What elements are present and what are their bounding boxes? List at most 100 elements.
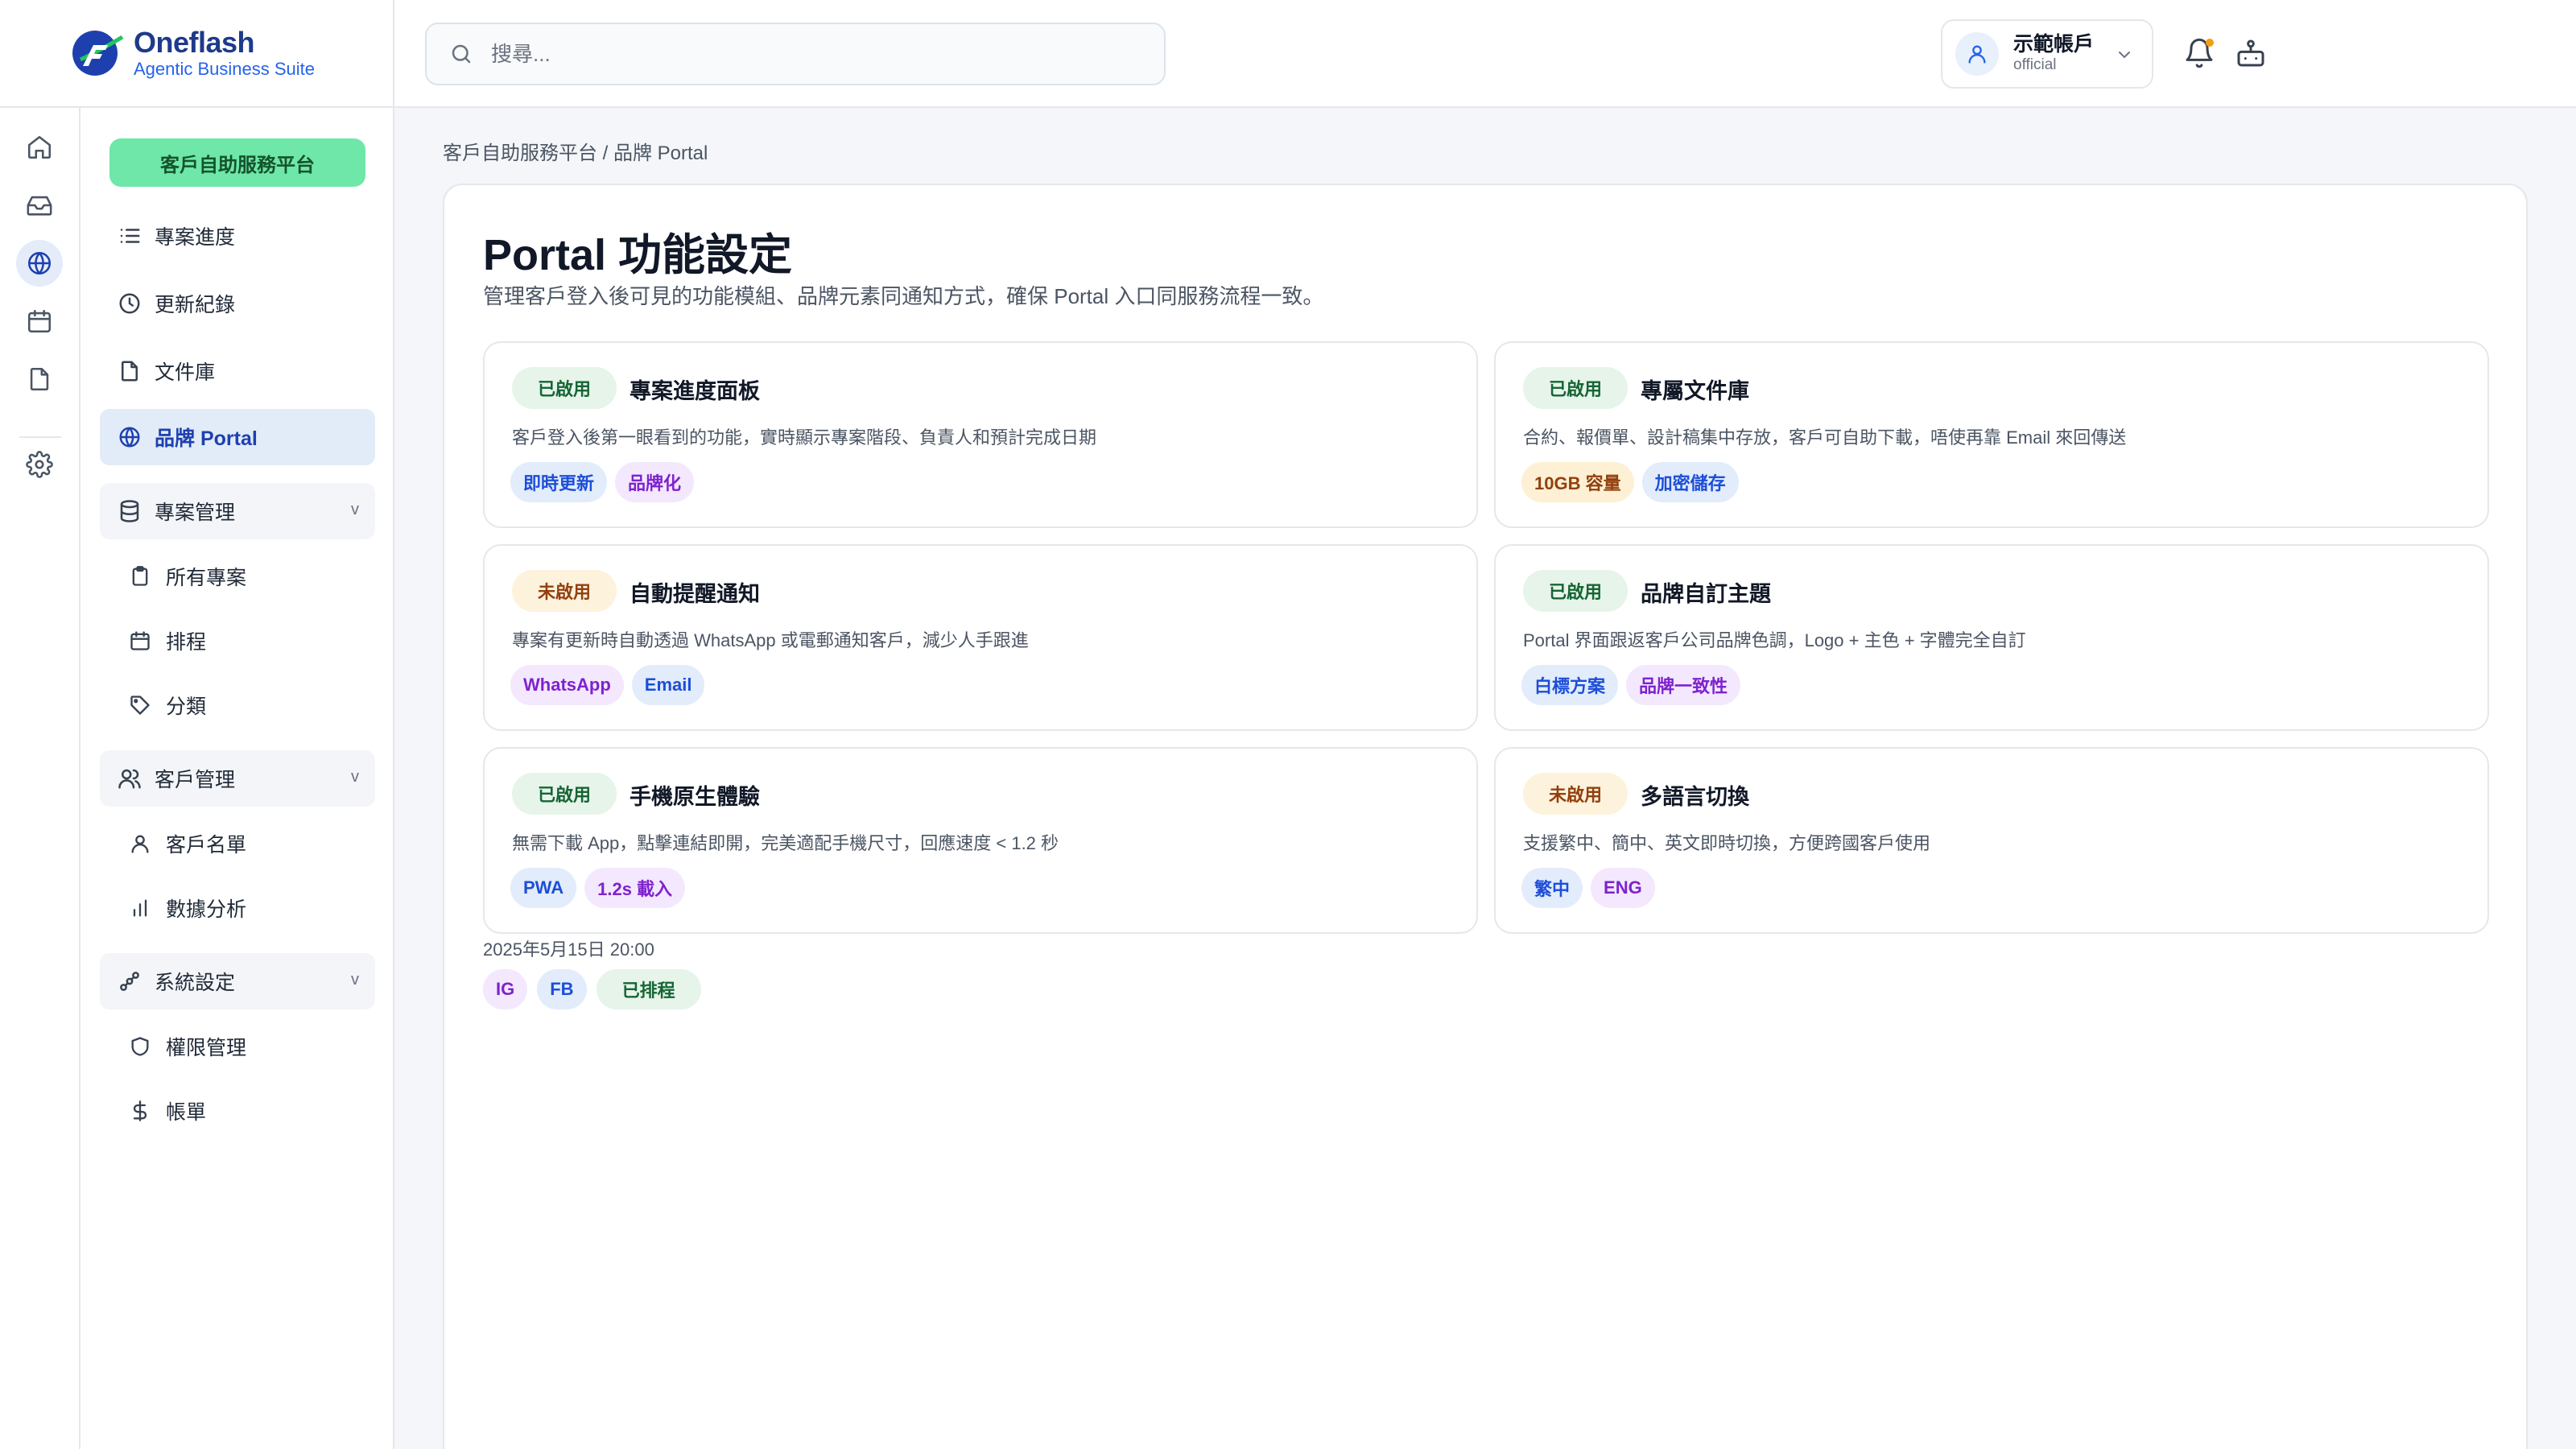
status-badge[interactable]: 已啟用 [1523,570,1629,612]
status-badge[interactable]: 已啟用 [1523,367,1629,409]
schedule-tags: IG FB 已排程 [483,969,701,1009]
tag-chip: WhatsApp [510,665,624,705]
sidebar-item-label: 文件庫 [155,361,216,384]
card-description: 支援繁中、簡中、英文即時切換，方便跨國客戶使用 [1523,833,1931,853]
oneflash-logo-icon [69,27,127,79]
rail-settings[interactable] [16,441,63,488]
sidebar-group-settings[interactable]: 系統設定 v [100,953,375,1009]
tag-chip: 加密儲存 [1641,462,1739,502]
inbox-icon [27,196,52,216]
rail-calendar[interactable] [16,298,63,345]
breadcrumb[interactable]: 客戶自助服務平台 / 品牌 Portal [443,137,708,165]
sidebar-item-documents[interactable]: 文件庫 [100,343,375,399]
card-tags: PWA 1.2s 載入 [510,868,686,908]
card-description: 合約、報價單、設計稿集中存放，客戶可自助下載，唔使再靠 Email 來回傳送 [1523,427,2127,448]
tag-chip: 品牌一致性 [1626,665,1741,705]
account-name: 示範帳戶 [2013,32,2095,56]
chevron-down-icon: v [351,501,359,518]
feature-card-auto-reminder[interactable]: 未啟用 自動提醒通知 專案有更新時自動透過 WhatsApp 或電郵通知客戶，減… [483,544,1478,731]
sidebar-item-label: 更新紀錄 [155,294,236,316]
tag-chip: 已排程 [596,969,701,1009]
page-title: Portal 功能設定 [483,231,793,279]
database-icon [120,500,139,522]
card-title: 多語言切換 [1641,785,1749,809]
card-tags: 即時更新 品牌化 [510,462,695,502]
status-badge[interactable]: 已啟用 [512,367,617,409]
search-icon [452,44,471,64]
feature-card-document-library[interactable]: 已啟用 專屬文件庫 合約、報價單、設計稿集中存放，客戶可自助下載，唔使再靠 Em… [1494,341,2489,528]
tag-chip: 繁中 [1521,868,1583,908]
chevron-down-icon [2119,52,2130,59]
card-tags: 白標方案 品牌一致性 [1521,665,1741,705]
notification-dot [2206,39,2214,47]
tag-chip: FB [537,969,587,1009]
sidebar-item-progress[interactable]: 專案進度 [100,208,375,264]
bar-chart-icon [133,899,147,917]
brand-name: Oneflash [134,26,255,59]
sidebar-item-permissions[interactable]: 權限管理 [129,1022,370,1071]
tag-chip: Email [631,665,705,705]
user-icon [1968,45,1986,64]
sidebar-item-all-projects[interactable]: 所有專案 [129,552,370,601]
sidebar-group-projects[interactable]: 專案管理 v [100,483,375,539]
assistant-bot-button[interactable] [2235,37,2267,69]
card-tags: 10GB 容量 加密儲存 [1521,462,1739,502]
file-icon [122,361,138,382]
sidebar-item-label: 專案進度 [155,226,236,249]
tag-chip: 白標方案 [1521,665,1619,705]
tag-chip: ENG [1591,868,1655,908]
top-header [394,0,2576,108]
workflow-icon [120,972,139,991]
calendar-icon [130,631,150,650]
sidebar-item-brand-portal[interactable]: 品牌 Portal [100,409,375,465]
search-input[interactable] [491,41,1119,67]
card-title: 手機原生體驗 [630,785,760,809]
sidebar-item-client-list[interactable]: 客戶名單 [129,819,370,868]
account-menu[interactable]: 示範帳戶 official [1941,19,2153,89]
feature-card-brand-theme[interactable]: 已啟用 品牌自訂主題 Portal 界面跟返客戶公司品牌色調，Logo + 主色… [1494,544,2489,731]
rail-portal[interactable] [16,240,63,287]
tag-chip: 品牌化 [615,462,695,502]
chevron-down-icon: v [351,768,359,786]
card-title: 專屬文件庫 [1641,379,1749,403]
sidebar-item-label: 品牌 Portal [155,427,258,450]
sidebar-group-clients[interactable]: 客戶管理 v [100,750,375,807]
status-badge[interactable]: 未啟用 [1523,773,1629,815]
user-icon [131,835,149,853]
sidebar-group-label: 客戶管理 [155,769,236,791]
sidebar-item-billing[interactable]: 帳單 [129,1087,370,1135]
sidebar-item-categories[interactable]: 分類 [129,681,370,729]
platform-button[interactable]: 客戶自助服務平台 [109,138,365,187]
search-box[interactable] [425,23,1166,85]
sidebar-item-label: 客戶名單 [166,834,247,857]
brand-logo[interactable]: Oneflash Agentic Business Suite [0,0,394,108]
sidebar-item-analytics[interactable]: 數據分析 [129,884,370,932]
feature-card-multi-language[interactable]: 未啟用 多語言切換 支援繁中、簡中、英文即時切換，方便跨國客戶使用 繁中 ENG [1494,747,2489,934]
globe-icon [27,251,52,275]
sidebar-item-schedule[interactable]: 排程 [129,617,370,665]
feature-card-mobile-native[interactable]: 已啟用 手機原生體驗 無需下載 App，點擊連結即開，完美適配手機尺寸，回應速度… [483,747,1478,934]
sidebar-item-changelog[interactable]: 更新紀錄 [100,275,375,332]
sidebar-item-label: 所有專案 [166,567,247,589]
card-description: 專案有更新時自動透過 WhatsApp 或電郵通知客戶，減少人手跟進 [512,630,1029,650]
status-badge[interactable]: 已啟用 [512,773,617,815]
list-icon [120,229,140,243]
card-description: 無需下載 App，點擊連結即開，完美適配手機尺寸，回應速度 < 1.2 秒 [512,833,1059,853]
avatar [1955,32,1999,76]
globe-icon [119,427,140,448]
tag-chip: IG [483,969,528,1009]
rail-home[interactable] [16,124,63,171]
feature-card-project-progress[interactable]: 已啟用 專案進度面板 客戶登入後第一眼看到的功能，實時顯示專案階段、負責人和預計… [483,341,1478,528]
rail-files[interactable] [16,356,63,402]
sidebar-item-label: 排程 [166,631,207,654]
tag-chip: 10GB 容量 [1521,462,1634,502]
card-description: 客戶登入後第一眼看到的功能，實時顯示專案階段、負責人和預計完成日期 [512,427,1097,448]
status-badge[interactable]: 未啟用 [512,570,617,612]
card-tags: 繁中 ENG [1521,868,1655,908]
rail-inbox[interactable] [16,182,63,229]
icon-rail [0,108,80,1449]
sidebar-group-label: 系統設定 [155,972,236,994]
users-icon [118,769,141,789]
notification-button[interactable] [2183,37,2215,69]
sidebar-group-label: 專案管理 [155,502,236,524]
